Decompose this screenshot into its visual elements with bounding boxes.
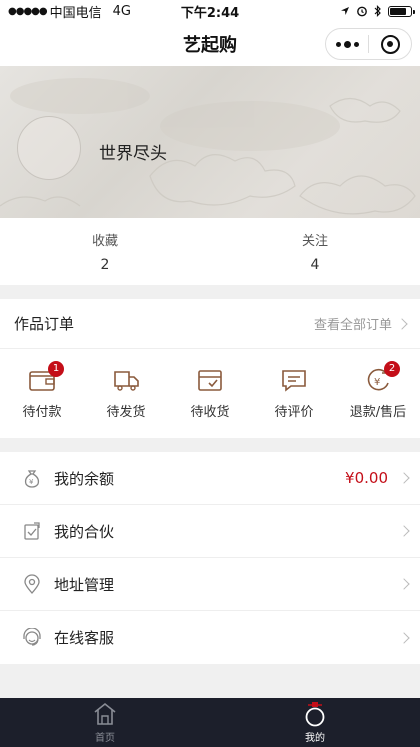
- profile-icon: [305, 702, 325, 727]
- tab-bar: 首页 我的: [0, 698, 420, 747]
- order-label: 待发货: [106, 404, 146, 420]
- stat-value: 2: [100, 257, 110, 273]
- orders-section: 作品订单 查看全部订单 1 待付款 待发货 待收货 待评价 ¥ 2 退款/售后: [0, 299, 420, 438]
- menu-label: 我的余额: [54, 469, 115, 488]
- badge-count: 1: [48, 360, 64, 377]
- chevron-right-icon: [398, 631, 410, 644]
- location-arrow-icon: [341, 7, 349, 15]
- order-label: 待付款: [22, 404, 62, 420]
- menu-item-support[interactable]: 在线客服: [0, 611, 420, 664]
- status-left: ●●●●● 中国电信 4G: [8, 2, 131, 21]
- stat-label: 关注: [301, 234, 328, 249]
- order-status-row: 1 待付款 待发货 待收货 待评价 ¥ 2 退款/售后: [0, 349, 420, 437]
- tab-label: 我的: [305, 733, 325, 744]
- menu-label: 在线客服: [54, 629, 115, 647]
- chevron-right-icon: [398, 578, 410, 590]
- order-refund[interactable]: ¥ 2 退款/售后: [336, 349, 420, 437]
- network-type: 4G: [112, 3, 132, 19]
- partner-icon: [24, 522, 40, 540]
- close-miniprogram-button[interactable]: [369, 34, 411, 54]
- status-bar: ●●●●● 中国电信 4G 下午2:44: [0, 0, 420, 22]
- menu-item-address[interactable]: 地址管理: [0, 558, 420, 611]
- chevron-right-icon: [398, 525, 410, 537]
- location-icon: [24, 574, 40, 594]
- avatar[interactable]: [17, 116, 81, 180]
- menu-label: 地址管理: [54, 575, 115, 594]
- profile-banner: 世界尽头: [0, 66, 420, 218]
- order-pending-review[interactable]: 待评价: [252, 349, 336, 437]
- stat-favorites[interactable]: 收藏 2: [0, 218, 210, 285]
- view-all-label: 查看全部订单: [313, 318, 392, 333]
- badge-count: 2: [384, 360, 400, 377]
- box-icon: [196, 367, 224, 393]
- nav-bar: 艺起购: [0, 22, 420, 66]
- wallet-icon: 1: [28, 360, 64, 393]
- dot-icon: [343, 40, 351, 48]
- account-menu: ¥ 我的余额 ¥0.00 我的合伙 地址管理 在线客服: [0, 452, 420, 664]
- mini-program-capsule: [325, 28, 412, 60]
- order-label: 待收货: [190, 404, 230, 420]
- svg-text:¥: ¥: [374, 377, 380, 388]
- moneybag-icon: ¥: [24, 470, 40, 488]
- menu-item-partner[interactable]: 我的合伙: [0, 505, 420, 558]
- battery-icon: [388, 5, 415, 17]
- refund-icon: ¥ 2: [364, 360, 400, 393]
- order-label: 退款/售后: [349, 404, 407, 420]
- balance-value: ¥0.00: [345, 469, 388, 487]
- more-button[interactable]: [326, 40, 368, 48]
- carrier-name: 中国电信: [49, 5, 102, 21]
- stats-row: 收藏 2 关注 4: [0, 218, 420, 285]
- chevron-right-icon: [398, 472, 410, 484]
- tab-profile[interactable]: 我的: [210, 698, 420, 747]
- alarm-icon: [357, 6, 367, 17]
- dot-icon: [353, 41, 359, 47]
- signal-icon: ●●●●●: [8, 5, 48, 17]
- menu-label: 我的合伙: [54, 522, 115, 541]
- order-pending-receipt[interactable]: 待收货: [168, 349, 252, 437]
- order-label: 待评价: [274, 404, 314, 420]
- order-pending-payment[interactable]: 1 待付款: [0, 349, 84, 437]
- truck-icon: [112, 367, 140, 393]
- status-right: [340, 5, 415, 17]
- stat-label: 收藏: [91, 234, 118, 249]
- svg-text:¥: ¥: [29, 478, 34, 486]
- tab-home[interactable]: 首页: [0, 698, 210, 747]
- menu-item-balance[interactable]: ¥ 我的余额 ¥0.00: [0, 452, 420, 505]
- page-title: 艺起购: [183, 35, 237, 56]
- username: 世界尽头: [99, 144, 167, 164]
- order-pending-shipment[interactable]: 待发货: [84, 349, 168, 437]
- dot-icon: [335, 41, 341, 47]
- view-all-orders-link[interactable]: 查看全部订单: [313, 314, 408, 333]
- orders-title: 作品订单: [14, 315, 75, 333]
- service-icon: [23, 627, 41, 646]
- bluetooth-icon: [374, 5, 381, 17]
- target-icon: [380, 34, 400, 54]
- orders-header: 作品订单 查看全部订单: [0, 299, 420, 349]
- comment-icon: [280, 367, 308, 393]
- home-icon: [94, 702, 116, 725]
- chevron-right-icon: [396, 317, 408, 330]
- tab-label: 首页: [95, 733, 115, 744]
- stat-value: 4: [310, 257, 320, 273]
- stat-following[interactable]: 关注 4: [210, 218, 420, 285]
